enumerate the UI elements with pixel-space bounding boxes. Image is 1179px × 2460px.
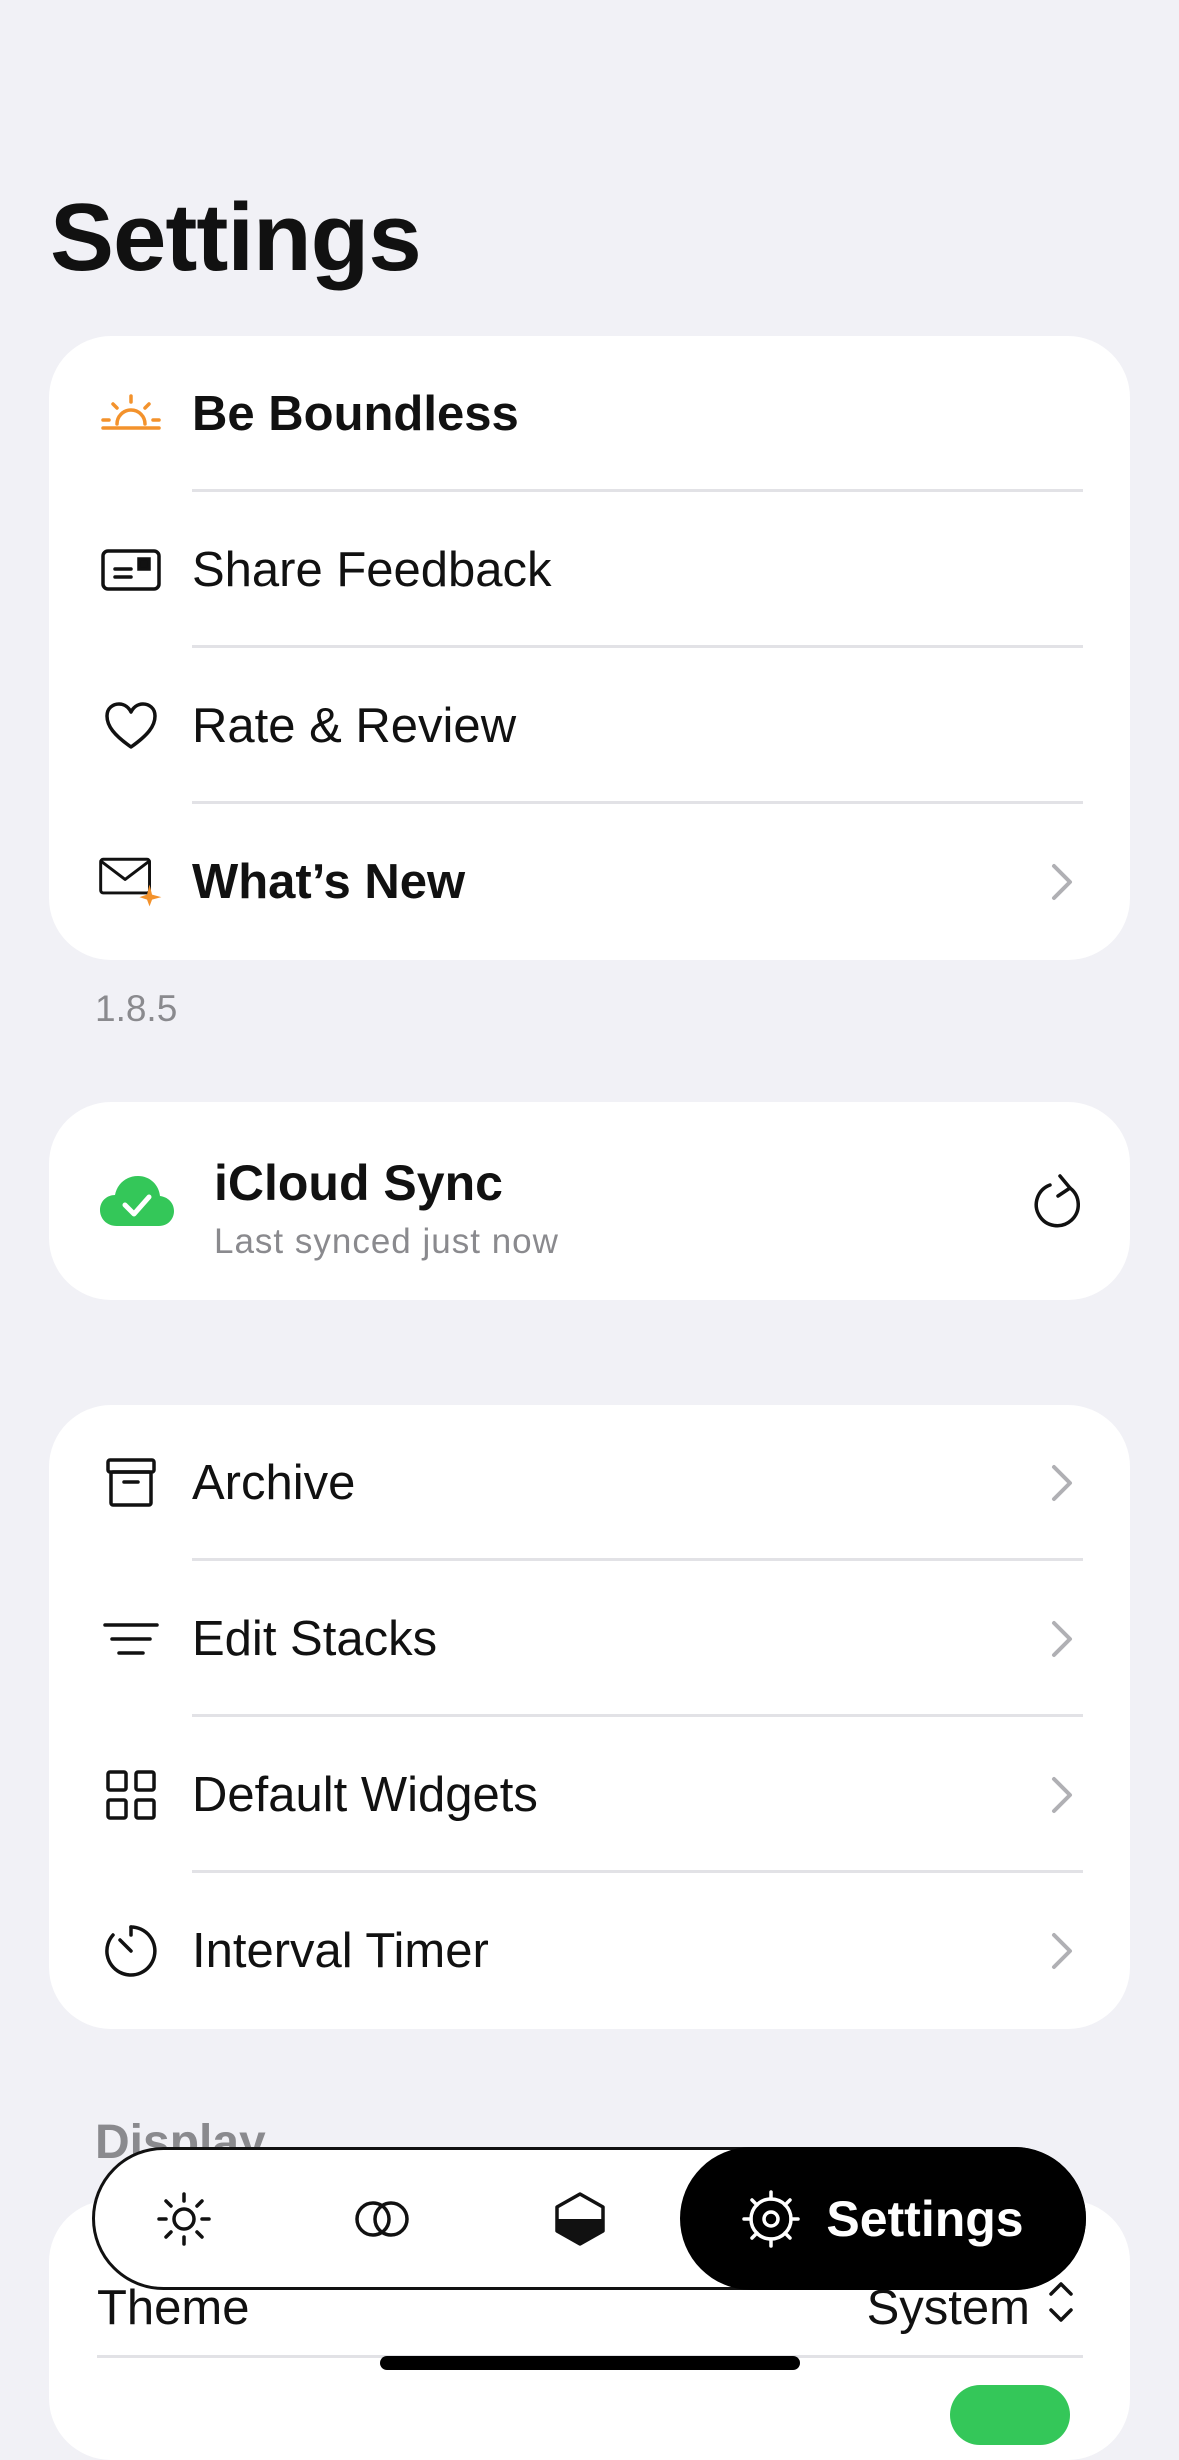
tab-settings[interactable]: Settings [680,2147,1086,2290]
rings-icon [355,2200,409,2237]
share-feedback-label: Share Feedback [192,543,552,597]
widgets-icon [99,1763,163,1827]
gear-icon [742,2189,801,2248]
group-general: Be Boundless Share Feedback Rate & Revie… [49,336,1130,960]
default-widgets-row[interactable]: Default Widgets [49,1717,1130,1873]
toggle-switch[interactable] [950,2385,1070,2445]
home-indicator[interactable] [380,2356,800,2370]
chevron-right-icon [1052,1465,1072,1501]
be-boundless-label: Be Boundless [192,387,519,441]
tab-stacks[interactable] [554,2191,606,2247]
sunrise-icon [99,382,163,446]
edit-stacks-label: Edit Stacks [192,1612,438,1666]
sync-status: Last synced just now [214,1222,559,1261]
group-features: Archive Edit Stacks Default Widgets Inte… [49,1405,1130,2029]
chevron-right-icon [1052,1933,1072,1969]
default-widgets-label: Default Widgets [192,1768,538,1822]
archive-label: Archive [192,1456,356,1510]
refresh-icon[interactable] [1030,1174,1082,1235]
whats-new-label: What’s New [192,855,466,909]
archive-row[interactable]: Archive [49,1405,1130,1561]
share-feedback-row[interactable]: Share Feedback [49,492,1130,648]
heart-icon [99,694,163,758]
edit-stacks-row[interactable]: Edit Stacks [49,1561,1130,1717]
chevron-right-icon [1052,1621,1072,1657]
timer-icon [99,1919,163,1983]
interval-timer-row[interactable]: Interval Timer [49,1873,1130,2029]
rate-review-row[interactable]: Rate & Review [49,648,1130,804]
icloud-sync-card[interactable]: iCloud Sync Last synced just now [49,1102,1130,1300]
stacks-icon [99,1607,163,1671]
sun-icon [157,2191,211,2246]
half-hexagon-icon [555,2191,605,2246]
page-title: Settings [50,184,422,291]
mail-sparkle-icon [99,850,163,914]
app-version: 1.8.5 [95,988,178,1029]
rate-review-label: Rate & Review [192,699,517,753]
be-boundless-row[interactable]: Be Boundless [49,336,1130,492]
chevron-right-icon [1052,1777,1072,1813]
archive-icon [99,1451,163,1515]
cloud-check-icon [99,1172,175,1233]
tab-settings-label: Settings [826,2190,1024,2247]
interval-timer-label: Interval Timer [192,1924,489,1978]
tab-bar: Settings [92,2147,1086,2290]
chevron-updown-icon [1049,2282,1073,2322]
chevron-right-icon [1052,864,1072,900]
tab-today[interactable] [156,2191,212,2247]
whats-new-row[interactable]: What’s New [49,804,1130,960]
sync-title: iCloud Sync [214,1155,503,1211]
feedback-icon [99,538,163,602]
tab-habits[interactable] [353,2199,411,2239]
